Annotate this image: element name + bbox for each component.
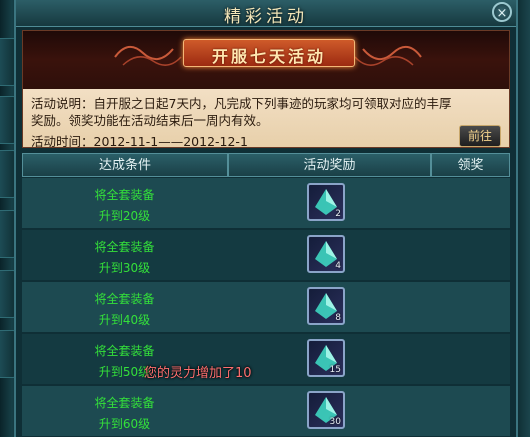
reward-quantity: 2 xyxy=(335,209,341,219)
condition-line1: 将全套装备 xyxy=(94,188,155,202)
time-label: 活动时间： xyxy=(31,134,94,148)
table-row: 将全套装备 升到20级 2 xyxy=(22,178,510,228)
time-value: 2012-11-1——2012-12-1 xyxy=(93,134,248,148)
activity-time: 活动时间：2012-11-1——2012-12-1 xyxy=(31,131,248,148)
description-text: 自开服之日起7天内，凡完成下列事迹的玩家均可领取对应的丰厚奖励。领奖功能在活动结… xyxy=(31,96,452,128)
header-claim: 领奖 xyxy=(431,153,510,177)
close-icon: × xyxy=(496,6,508,21)
reward-quantity: 8 xyxy=(335,313,341,323)
condition-line1: 将全套装备 xyxy=(94,240,155,254)
goto-button[interactable]: 前往 xyxy=(459,125,501,147)
condition-line1: 将全套装备 xyxy=(94,396,155,410)
title-bar[interactable]: 精彩活动 × xyxy=(16,0,516,27)
window-title: 精彩活动 xyxy=(224,7,308,27)
activity-description: 活动说明：自开服之日起7天内，凡完成下列事迹的玩家均可领取对应的丰厚奖励。领奖功… xyxy=(31,95,461,129)
condition-line2: 升到40级 xyxy=(98,313,151,327)
condition-line2: 升到20级 xyxy=(98,209,151,223)
description-label: 活动说明： xyxy=(31,96,94,111)
condition-line2: 升到30级 xyxy=(98,261,151,275)
swirl-ornament-icon xyxy=(114,46,182,66)
banner-title-plate: 开服七天活动 xyxy=(183,39,355,67)
condition-line1: 将全套装备 xyxy=(94,292,155,306)
reward-item[interactable]: 4 xyxy=(307,235,345,273)
header-reward: 活动奖励 xyxy=(228,153,431,177)
table-row: 将全套装备 升到30级 4 xyxy=(22,230,510,280)
right-side-decor xyxy=(516,0,530,437)
table-header: 达成条件 活动奖励 领奖 xyxy=(22,153,510,177)
header-condition: 达成条件 xyxy=(22,153,228,177)
table-row: 将全套装备 升到60级 30 xyxy=(22,386,510,436)
reward-quantity: 30 xyxy=(329,417,341,427)
reward-quantity: 4 xyxy=(335,261,341,271)
close-button[interactable]: × xyxy=(492,2,512,22)
swirl-ornament-icon xyxy=(354,46,422,66)
reward-item[interactable]: 2 xyxy=(307,183,345,221)
banner-title: 开服七天活动 xyxy=(211,47,326,66)
system-notice: 您的灵力增加了10 xyxy=(144,366,252,381)
activity-banner: 开服七天活动 活动说明：自开服之日起7天内，凡完成下列事迹的玩家均可领取对应的丰… xyxy=(22,30,510,148)
reward-item[interactable]: 30 xyxy=(307,391,345,429)
reward-table: 将全套装备 升到20级 2 将全套装备 升到30级 4 将全套装备 升到40级 … xyxy=(22,178,510,437)
reward-item[interactable]: 8 xyxy=(307,287,345,325)
activity-window: 精彩活动 × 开服七天活动 活动说明：自开服之日起7天内，凡完成下列事迹的玩家均… xyxy=(14,0,518,437)
condition-line2: 升到60级 xyxy=(98,417,151,431)
table-row: 将全套装备 升到40级 8 xyxy=(22,282,510,332)
condition-line1: 将全套装备 xyxy=(94,344,155,358)
